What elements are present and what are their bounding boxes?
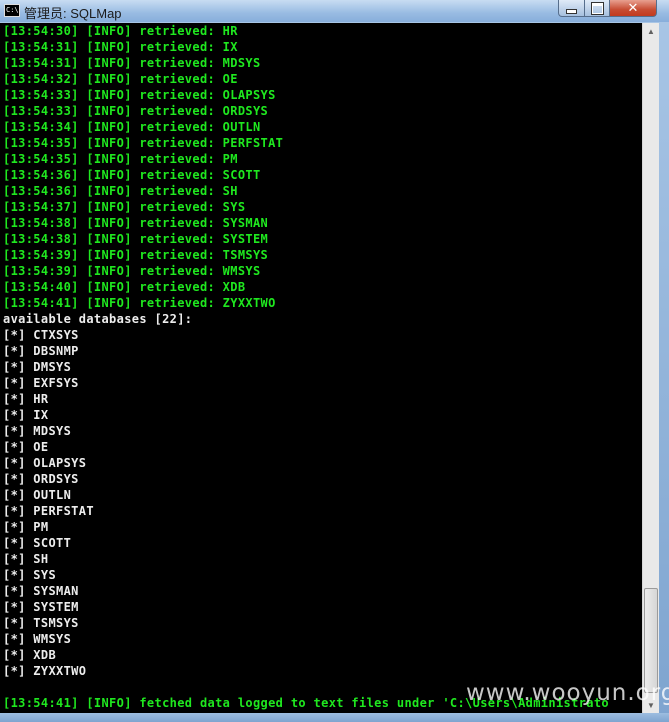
- title-bar[interactable]: C:\ 管理员: SQLMap ✕: [0, 0, 669, 22]
- database-item: [*] TSMSYS: [3, 616, 79, 630]
- log-line: [13:54:30] [INFO] retrieved: HR: [3, 24, 238, 38]
- available-databases-header: available databases [22]:: [3, 312, 193, 326]
- watermark: www.wooyun.org: [466, 680, 669, 706]
- scroll-up-icon[interactable]: ▲: [643, 23, 659, 39]
- log-line: [13:54:31] [INFO] retrieved: IX: [3, 40, 238, 54]
- database-item: [*] MDSYS: [3, 424, 72, 438]
- log-line: [13:54:39] [INFO] retrieved: TSMSYS: [3, 248, 269, 262]
- maximize-button[interactable]: [584, 0, 610, 17]
- log-line: [13:54:41] [INFO] retrieved: ZYXXTWO: [3, 296, 276, 310]
- minimize-button[interactable]: [558, 0, 585, 17]
- database-item: [*] XDB: [3, 648, 57, 662]
- database-item: [*] IX: [3, 408, 49, 422]
- database-item: [*] OUTLN: [3, 488, 72, 502]
- database-item: [*] WMSYS: [3, 632, 72, 646]
- window-bottom-border: [0, 713, 669, 722]
- database-item: [*] SYS: [3, 568, 57, 582]
- database-item: [*] SH: [3, 552, 49, 566]
- database-item: [*] SYSTEM: [3, 600, 79, 614]
- log-line: [13:54:33] [INFO] retrieved: OLAPSYS: [3, 88, 276, 102]
- log-line: [13:54:39] [INFO] retrieved: WMSYS: [3, 264, 261, 278]
- database-item: [*] OE: [3, 440, 49, 454]
- database-item: [*] HR: [3, 392, 49, 406]
- database-item: [*] DMSYS: [3, 360, 72, 374]
- database-item: [*] SYSMAN: [3, 584, 79, 598]
- log-line: [13:54:38] [INFO] retrieved: SYSMAN: [3, 216, 269, 230]
- maximize-icon: [591, 2, 603, 14]
- vertical-scrollbar[interactable]: ▲ ▼: [642, 23, 659, 713]
- database-item: [*] CTXSYS: [3, 328, 79, 342]
- database-item: [*] OLAPSYS: [3, 456, 87, 470]
- log-line: [13:54:37] [INFO] retrieved: SYS: [3, 200, 246, 214]
- log-line: [13:54:40] [INFO] retrieved: XDB: [3, 280, 246, 294]
- database-item: [*] ORDSYS: [3, 472, 79, 486]
- console-window: C:\ 管理员: SQLMap ✕ [13:54:30] [INFO] retr…: [0, 0, 669, 722]
- log-line: [13:54:38] [INFO] retrieved: SYSTEM: [3, 232, 269, 246]
- log-line: [13:54:34] [INFO] retrieved: OUTLN: [3, 120, 261, 134]
- close-icon: ✕: [627, 0, 639, 16]
- scroll-thumb[interactable]: [644, 588, 658, 693]
- console-output[interactable]: [13:54:30] [INFO] retrieved: HR [13:54:31…: [0, 23, 642, 713]
- close-button[interactable]: ✕: [609, 0, 657, 17]
- log-line: [13:54:35] [INFO] retrieved: PERFSTAT: [3, 136, 284, 150]
- database-item: [*] SCOTT: [3, 536, 72, 550]
- log-line: [13:54:36] [INFO] retrieved: SH: [3, 184, 238, 198]
- database-item: [*] EXFSYS: [3, 376, 79, 390]
- database-item: [*] ZYXXTWO: [3, 664, 87, 678]
- cmd-icon[interactable]: C:\: [4, 4, 20, 17]
- database-item: [*] PERFSTAT: [3, 504, 94, 518]
- log-line: [13:54:35] [INFO] retrieved: PM: [3, 152, 238, 166]
- database-item: [*] PM: [3, 520, 49, 534]
- log-line: [13:54:36] [INFO] retrieved: SCOTT: [3, 168, 261, 182]
- log-line: [13:54:31] [INFO] retrieved: MDSYS: [3, 56, 261, 70]
- minimize-icon: [566, 8, 577, 14]
- log-line: [13:54:32] [INFO] retrieved: OE: [3, 72, 238, 86]
- database-item: [*] DBSNMP: [3, 344, 79, 358]
- window-title: 管理员: SQLMap: [24, 6, 122, 21]
- log-line: [13:54:33] [INFO] retrieved: ORDSYS: [3, 104, 269, 118]
